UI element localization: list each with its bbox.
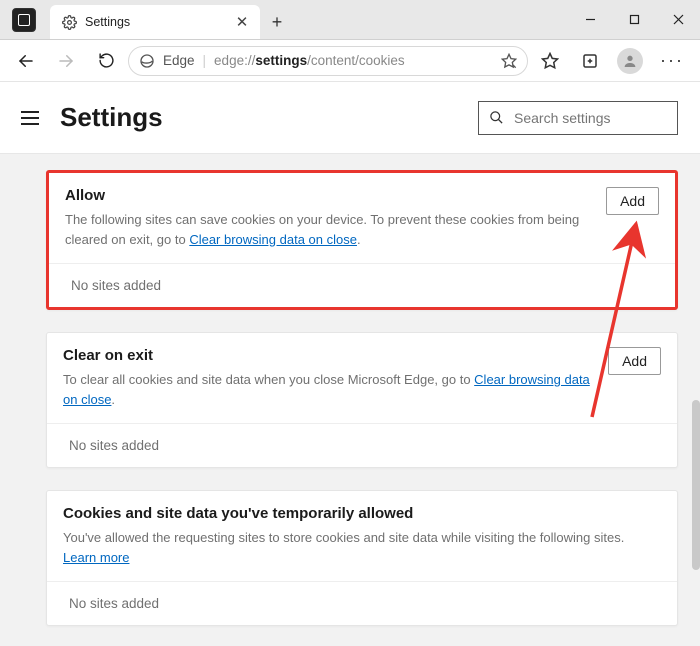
address-brand: Edge	[163, 53, 195, 68]
forward-button[interactable]	[48, 43, 84, 79]
clear-empty: No sites added	[47, 423, 677, 467]
maximize-button[interactable]	[612, 0, 656, 39]
menu-icon[interactable]	[20, 110, 40, 126]
temp-desc: You've allowed the requesting sites to s…	[63, 528, 661, 567]
edge-logo-icon	[139, 53, 155, 69]
allow-add-button[interactable]: Add	[606, 187, 659, 215]
clear-browsing-data-link[interactable]: Clear browsing data on close	[189, 232, 357, 247]
browser-tab[interactable]: Settings ✕	[50, 5, 260, 39]
search-settings[interactable]	[478, 101, 678, 135]
more-menu-button[interactable]: ···	[652, 43, 692, 79]
temp-allowed-card: Cookies and site data you've temporarily…	[46, 490, 678, 626]
app-icon	[0, 0, 48, 39]
browser-toolbar: Edge | edge://settings/content/cookies ·…	[0, 40, 700, 82]
minimize-button[interactable]	[568, 0, 612, 39]
allow-empty: No sites added	[49, 263, 675, 307]
settings-header: Settings	[0, 82, 700, 154]
new-tab-button[interactable]: +	[260, 5, 294, 39]
close-tab-icon[interactable]: ✕	[234, 13, 250, 31]
gear-icon	[62, 15, 77, 30]
search-icon	[489, 110, 504, 125]
scrollbar-thumb[interactable]	[692, 400, 700, 570]
page-title: Settings	[60, 102, 458, 133]
back-button[interactable]	[8, 43, 44, 79]
temp-title: Cookies and site data you've temporarily…	[63, 505, 661, 522]
address-bar[interactable]: Edge | edge://settings/content/cookies	[128, 46, 528, 76]
refresh-button[interactable]	[88, 43, 124, 79]
settings-content: Allow The following sites can save cooki…	[0, 154, 700, 646]
close-window-button[interactable]	[656, 0, 700, 39]
favorites-button[interactable]	[532, 43, 568, 79]
title-bar: Settings ✕ +	[0, 0, 700, 40]
temp-empty: No sites added	[47, 581, 677, 625]
profile-button[interactable]	[612, 43, 648, 79]
allow-card: Allow The following sites can save cooki…	[46, 170, 678, 310]
clear-desc: To clear all cookies and site data when …	[63, 370, 598, 409]
tab-title: Settings	[85, 15, 226, 29]
clear-on-exit-card: Clear on exit To clear all cookies and s…	[46, 332, 678, 468]
allow-desc: The following sites can save cookies on …	[65, 210, 596, 249]
learn-more-link[interactable]: Learn more	[63, 550, 129, 565]
allow-title: Allow	[65, 187, 596, 204]
collections-button[interactable]	[572, 43, 608, 79]
clear-add-button[interactable]: Add	[608, 347, 661, 375]
address-url: edge://settings/content/cookies	[214, 53, 405, 68]
clear-title: Clear on exit	[63, 347, 598, 364]
favorite-icon[interactable]	[501, 53, 517, 69]
search-input[interactable]	[514, 110, 695, 126]
